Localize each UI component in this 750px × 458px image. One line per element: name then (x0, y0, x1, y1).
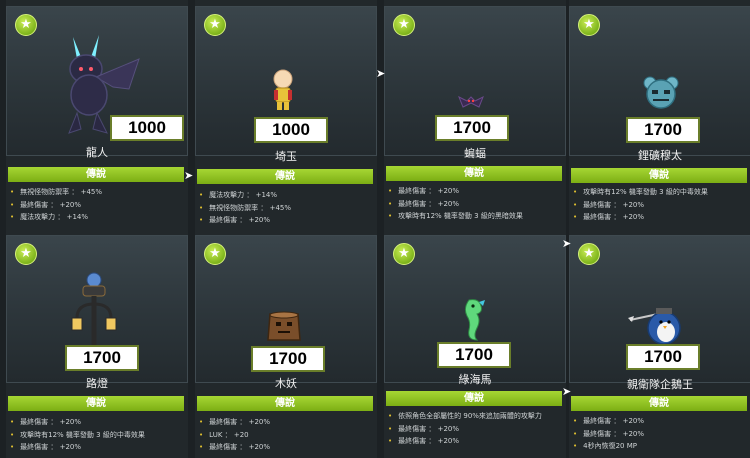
stat-list: 攻擊時有12% 機率發動 3 級的中毒效果 最終傷害 ： +20% 最終傷害 ：… (573, 186, 750, 224)
mouse-cursor-icon: ➤ (184, 169, 194, 182)
stat-line: 最終傷害 ： +20% (388, 423, 566, 436)
monster-card[interactable]: ★ 1700 蝙蝠 傳說 最終傷害 ： +20% 最終傷害 ： +20% 攻擊時… (384, 0, 566, 229)
legendary-tier-badge: 傳說 (386, 391, 562, 406)
stat-list: 無視怪物防禦率 ： +45% 最終傷害 ： +20% 魔法攻擊力 ： +14% (10, 186, 188, 224)
saitama-sprite (273, 69, 293, 110)
star-badge-icon: ★ (393, 14, 415, 36)
stat-list: 依照角色全部屬性的 90%來追加兩體的攻擊力 最終傷害 ： +20% 最終傷害 … (388, 410, 566, 448)
legendary-tier-badge: 傳說 (197, 396, 373, 411)
mouse-cursor-icon: ➤ (562, 385, 572, 398)
stat-list: 魔法攻擊力 ： +14% 無視怪物防禦率 ： +45% 最終傷害 ： +20% (199, 189, 377, 227)
monster-portrait: ★ 1700 (384, 235, 566, 383)
price-tag: 1700 (435, 115, 509, 141)
monster-portrait: ★ 1700 (569, 235, 750, 383)
monster-portrait: ★ 1000 (195, 6, 377, 156)
monster-name: 木妖 (275, 377, 297, 390)
monster-card[interactable]: ★ 1700 綠海馬 傳說 依照角色全部屬性的 90%來追加兩體的攻擊力 最終傷… (384, 229, 566, 458)
star-badge-icon: ★ (393, 243, 415, 265)
legendary-tier-badge: 傳說 (197, 169, 373, 184)
monster-name: 親衛隊企鵝王 (627, 378, 693, 391)
monster-card[interactable]: ★ 1700 路燈 傳說 最終傷害 ： +20% 攻擊時有12% 機率發動 3 … (6, 229, 188, 458)
monster-name: 龍人 (86, 146, 108, 159)
stat-line: 最終傷害 ： +20% (10, 199, 188, 212)
price-tag: 1700 (251, 346, 325, 372)
monster-portrait: ★ 1700 (384, 6, 566, 156)
stat-line: 最終傷害 ： +20% (573, 428, 750, 441)
monster-card[interactable]: ★ 1000 龍人 傳說 無視怪物防禦率 ： +45% 最終傷害 ： +20% … (6, 0, 188, 229)
mouse-cursor-icon: ➤ (562, 237, 572, 250)
tree-stump-sprite (267, 311, 301, 341)
price-tag: 1700 (65, 345, 139, 371)
monster-name: 埼玉 (275, 150, 297, 163)
stat-line: 最終傷害 ： +20% (10, 416, 188, 429)
legendary-tier-badge: 傳說 (8, 167, 184, 182)
penguin-king-sprite (628, 308, 681, 345)
stat-line: 依照角色全部屬性的 90%來追加兩體的攻擊力 (388, 410, 566, 423)
stat-list: 最終傷害 ： +20% 最終傷害 ： +20% 攻擊時有12% 機率發動 3 級… (388, 185, 566, 223)
stat-line: 無視怪物防禦率 ： +45% (199, 202, 377, 215)
mutae-sprite (643, 76, 679, 109)
stat-list: 最終傷害 ： +20% LUK ： +20 最終傷害 ： +20% (199, 416, 377, 454)
monster-card[interactable]: ★ 1700 親衛隊企鵝王 傳說 最終傷害 ： +20% 最終傷害 ： +20%… (569, 229, 750, 458)
legendary-tier-badge: 傳說 (8, 396, 184, 411)
stat-line: 最終傷害 ： +20% (388, 198, 566, 211)
monster-card[interactable]: ★ 1700 木妖 傳說 最終傷害 ： +20% LUK ： +20 最終傷害 … (195, 229, 377, 458)
stat-line: 最終傷害 ： +20% (199, 214, 377, 227)
star-badge-icon: ★ (15, 14, 37, 36)
stat-line: 最終傷害 ： +20% (388, 435, 566, 448)
monster-name: 綠海馬 (458, 373, 492, 386)
price-tag: 1700 (437, 342, 511, 368)
monster-name: 蝙蝠 (464, 147, 486, 160)
legendary-tier-badge: 傳說 (386, 166, 562, 181)
stat-line: 最終傷害 ： +20% (573, 415, 750, 428)
stat-line: 最終傷害 ： +20% (573, 211, 750, 224)
stat-line: 最終傷害 ： +20% (573, 199, 750, 212)
stat-line: 魔法攻擊力 ： +14% (10, 211, 188, 224)
monster-card[interactable]: ★ 1000 埼玉 傳說 魔法攻擊力 ： +14% 無視怪物防禦率 ： +45%… (195, 0, 377, 229)
stat-line: 最終傷害 ： +20% (388, 185, 566, 198)
stat-line: 無視怪物防禦率 ： +45% (10, 186, 188, 199)
mouse-cursor-icon: ➤ (376, 67, 386, 80)
monster-card-grid: ★ 1000 龍人 傳說 無視怪物防禦率 ： +45% 最終傷害 ： +20% … (0, 0, 750, 458)
legendary-tier-badge: 傳說 (571, 396, 747, 411)
monster-portrait: ★ 1700 (569, 6, 750, 156)
green-seahorse-sprite (464, 299, 485, 341)
star-badge-icon: ★ (204, 243, 226, 265)
star-badge-icon: ★ (578, 14, 600, 36)
stat-line: 最終傷害 ： +20% (199, 416, 377, 429)
price-tag: 1700 (626, 117, 700, 143)
stat-line: 攻擊時有12% 機率發動 3 級的中毒效果 (573, 186, 750, 199)
price-tag: 1000 (110, 115, 184, 141)
star-badge-icon: ★ (204, 14, 226, 36)
stat-line: 魔法攻擊力 ： +14% (199, 189, 377, 202)
stat-line: 4秒內恢復20 MP (573, 440, 750, 453)
stat-list: 最終傷害 ： +20% 攻擊時有12% 機率發動 3 級的中毒效果 最終傷害 ：… (10, 416, 188, 454)
stat-line: 最終傷害 ： +20% (199, 441, 377, 454)
monster-portrait: ★ 1700 (195, 235, 377, 383)
star-badge-icon: ★ (15, 243, 37, 265)
price-tag: 1700 (626, 344, 700, 370)
stat-line: 最終傷害 ： +20% (10, 441, 188, 454)
bat-sprite (458, 95, 484, 108)
monster-portrait: ★ 1000 (6, 6, 188, 156)
stat-line: 攻擊時有12% 機率發動 3 級的中毒效果 (10, 429, 188, 442)
monster-name: 路燈 (86, 377, 108, 390)
star-badge-icon: ★ (578, 243, 600, 265)
monster-card[interactable]: ★ 1700 鋰礦穆太 傳說 攻擊時有12% 機率發動 3 級的中毒效果 最終傷… (569, 0, 750, 229)
monster-portrait: ★ 1700 (6, 235, 188, 383)
stat-line: LUK ： +20 (199, 429, 377, 442)
stat-line: 攻擊時有12% 機率發動 3 級的黑暗效果 (388, 210, 566, 223)
monster-name: 鋰礦穆太 (638, 149, 682, 162)
stat-list: 最終傷害 ： +20% 最終傷害 ： +20% 4秒內恢復20 MP (573, 415, 750, 453)
legendary-tier-badge: 傳說 (571, 168, 747, 183)
price-tag: 1000 (254, 117, 328, 143)
